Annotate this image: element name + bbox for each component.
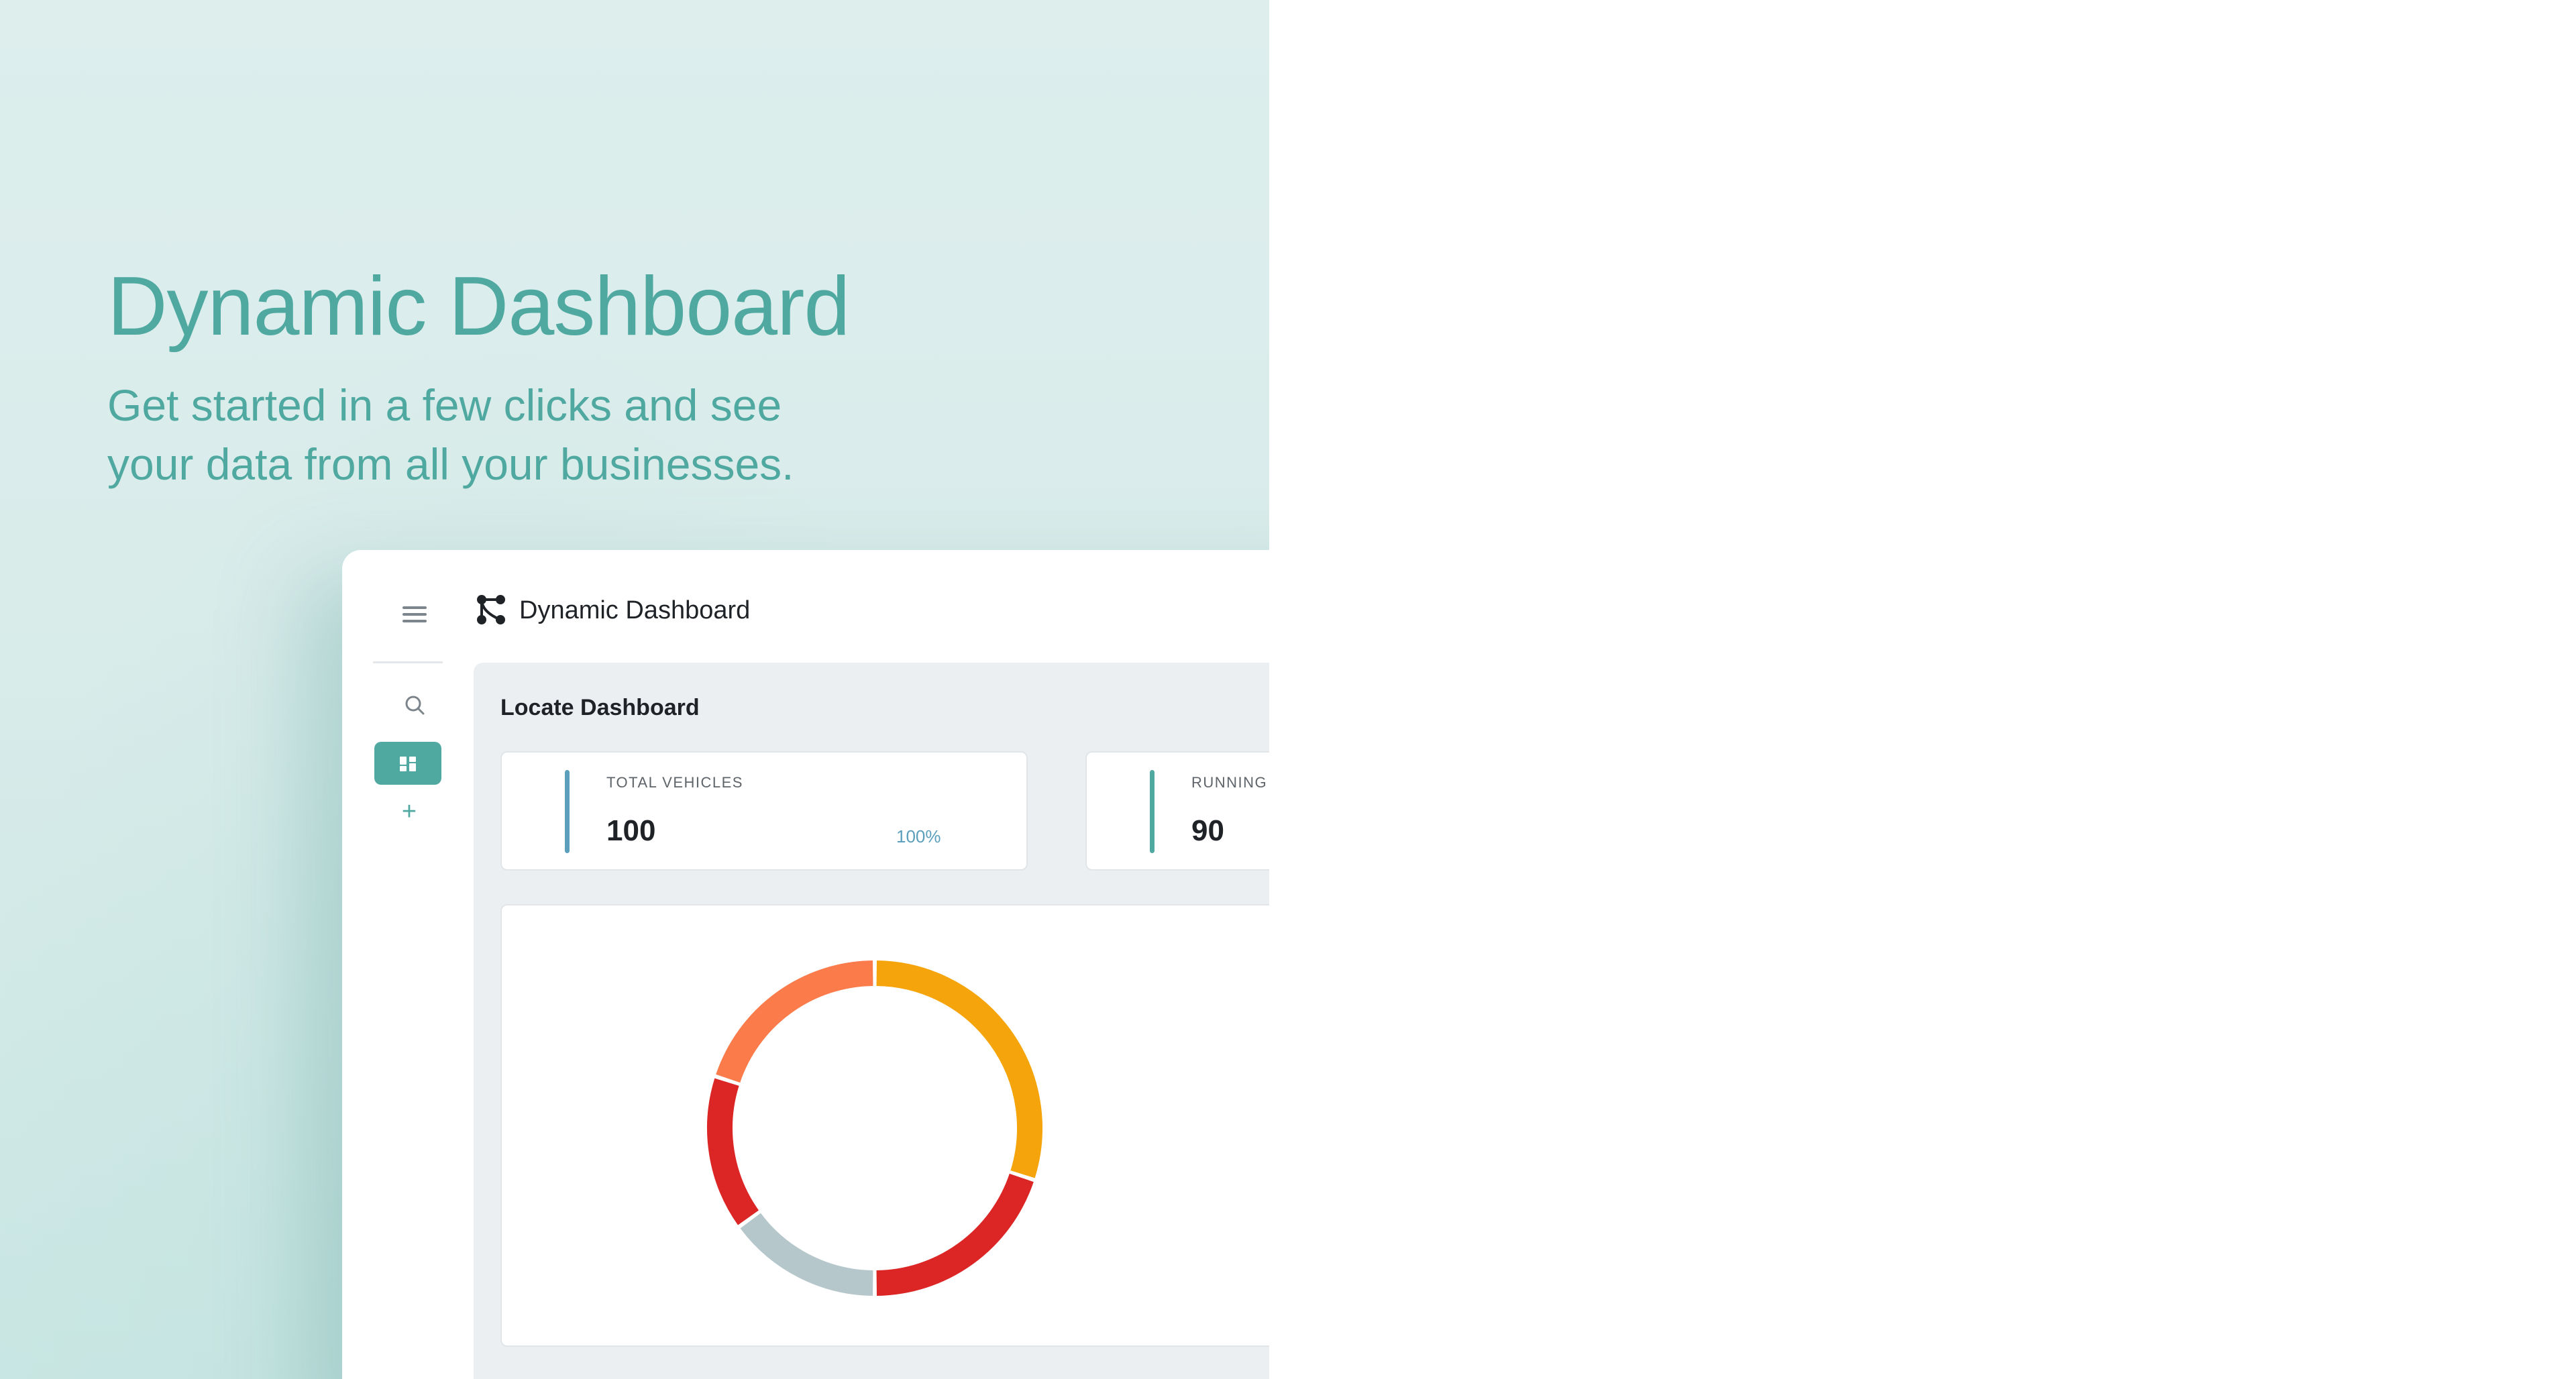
dashboard-content: Locate Dashboard TOTAL VEHICLES 100 100%…	[474, 663, 1269, 1379]
donut-segment-4	[707, 1078, 759, 1225]
section-title: Locate Dashboard	[500, 695, 700, 720]
search-icon[interactable]	[393, 684, 436, 727]
stat-value: 90	[1191, 814, 1224, 847]
stat-label: TOTAL VEHICLES	[606, 774, 743, 791]
plus-icon: +	[401, 797, 417, 826]
hero-subtitle-line-1: Get started in a few clicks and see	[107, 380, 782, 430]
donut-segment-1	[876, 960, 1042, 1178]
vehicle-status-chart-card	[500, 904, 1269, 1347]
app-title: Dynamic Dashboard	[519, 596, 751, 624]
donut-chart	[707, 960, 1042, 1296]
menu-icon[interactable]	[390, 590, 439, 639]
stat-card-running-vehicles[interactable]: RUNNING V 90	[1085, 751, 1269, 871]
sidebar-item-dashboard[interactable]	[374, 742, 441, 785]
stat-accent-bar	[1150, 770, 1155, 853]
hero-title: Dynamic Dashboard	[107, 260, 850, 353]
stat-percent: 100%	[896, 826, 941, 846]
hero-panel: Dynamic Dashboard Get started in a few c…	[0, 0, 1269, 1379]
hero-subtitle: Get started in a few clicks and see your…	[107, 376, 912, 494]
stat-accent-bar	[565, 770, 570, 853]
sidebar-divider	[373, 661, 443, 663]
donut-segment-5	[716, 960, 873, 1083]
stat-card-total-vehicles[interactable]: TOTAL VEHICLES 100 100%	[500, 751, 1028, 871]
workflow-nodes-icon	[472, 592, 510, 629]
blank-area	[1269, 0, 2576, 1379]
donut-segment-3	[740, 1213, 873, 1296]
hero-subtitle-line-2: your data from all your businesses.	[107, 439, 794, 489]
add-button[interactable]: +	[390, 793, 428, 830]
stat-label: RUNNING V	[1191, 774, 1269, 791]
stat-value: 100	[606, 814, 656, 847]
donut-segment-2	[876, 1173, 1034, 1296]
app-window-preview: + Dynamic Dashboard Locate Dashboard TOT…	[342, 550, 1269, 1379]
